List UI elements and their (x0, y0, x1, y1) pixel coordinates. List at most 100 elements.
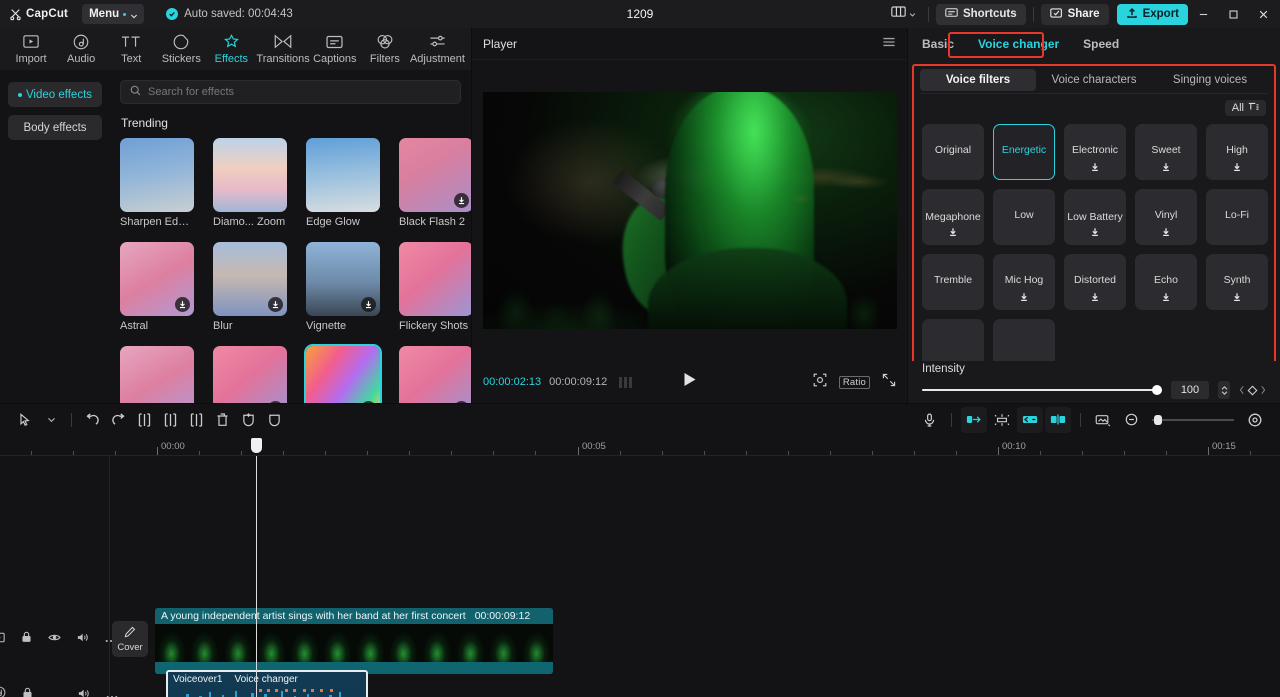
effect-card[interactable]: Black Flash 2 (399, 138, 471, 228)
download-icon[interactable] (1232, 162, 1242, 175)
toolbar-item-captions[interactable]: Captions (310, 33, 360, 65)
voice-option[interactable]: Megaphone (922, 189, 984, 245)
redo-button[interactable] (105, 407, 131, 433)
effect-card[interactable] (399, 346, 471, 403)
track-thumbnail-toggle-icon[interactable] (0, 630, 5, 648)
download-icon[interactable] (1019, 292, 1029, 305)
freeze-button[interactable] (235, 407, 261, 433)
voice-option[interactable]: Lo-Fi (1206, 189, 1268, 245)
toolbar-item-adjustment[interactable]: Adjustment (410, 33, 465, 65)
voice-option[interactable]: Low Battery (1064, 189, 1126, 245)
delete-button[interactable] (209, 407, 235, 433)
intensity-stepper[interactable] (1218, 381, 1230, 399)
voice-option[interactable]: High (1206, 124, 1268, 180)
category-body-effects[interactable]: Body effects (8, 115, 102, 140)
eye-icon[interactable] (48, 630, 61, 648)
download-icon[interactable] (1090, 292, 1100, 305)
mirror-button[interactable] (261, 407, 287, 433)
share-button[interactable]: Share (1041, 4, 1109, 25)
effect-card[interactable]: Sharpen Edges (120, 138, 194, 228)
download-icon[interactable] (1090, 227, 1100, 240)
download-icon[interactable] (175, 297, 190, 312)
shortcuts-button[interactable]: Shortcuts (936, 4, 1026, 25)
tab-basic[interactable]: Basic (922, 37, 966, 51)
toolbar-item-stickers[interactable]: Stickers (156, 33, 206, 65)
toolbar-item-transitions[interactable]: Transitions (256, 33, 309, 65)
search-effects-box[interactable] (120, 80, 461, 104)
export-button[interactable]: Export (1117, 4, 1188, 25)
tab-speed[interactable]: Speed (1071, 37, 1131, 51)
select-tool-button[interactable] (12, 407, 38, 433)
ratio-button[interactable]: Ratio (839, 376, 870, 389)
voice-option[interactable]: Electronic (1064, 124, 1126, 180)
download-icon[interactable] (268, 297, 283, 312)
timeline-zoom-slider[interactable] (1152, 414, 1234, 426)
voice-option[interactable]: Mic Hog (993, 254, 1055, 310)
download-icon[interactable] (1161, 292, 1171, 305)
download-icon[interactable] (948, 227, 958, 240)
download-icon[interactable] (1161, 162, 1171, 175)
voice-option[interactable]: Original (922, 124, 984, 180)
split-screen-button[interactable] (1045, 407, 1071, 433)
voice-option[interactable]: Sweet (1135, 124, 1197, 180)
hamburger-icon[interactable] (882, 35, 896, 53)
auto-reframe-button[interactable] (989, 407, 1015, 433)
effect-card[interactable]: Flickery Shots (399, 242, 471, 332)
effect-card[interactable] (213, 346, 287, 403)
toolbar-item-text[interactable]: Text (106, 33, 156, 65)
playhead[interactable] (256, 456, 257, 697)
download-icon[interactable] (454, 193, 469, 208)
voice-option-selected[interactable]: Energetic (993, 124, 1055, 180)
effect-card[interactable]: Vignette (306, 242, 380, 332)
timeline-ruler[interactable]: 00:00 00:05 00:10 (0, 435, 1280, 456)
fullscreen-icon[interactable] (882, 373, 896, 392)
intensity-value[interactable]: 100 (1171, 381, 1209, 399)
subtab-voice-filters[interactable]: Voice filters (920, 69, 1036, 91)
audio-clip[interactable]: Voiceover1 Voice changer (166, 670, 368, 697)
select-dropdown-button[interactable] (38, 407, 64, 433)
effect-card[interactable] (120, 346, 194, 403)
trim-left-button[interactable] (157, 407, 183, 433)
tab-voice-changer[interactable]: Voice changer (966, 37, 1071, 51)
subtab-voice-characters[interactable]: Voice characters (1036, 69, 1152, 91)
search-input[interactable] (148, 86, 451, 98)
voice-option[interactable]: Synth (1206, 254, 1268, 310)
undo-button[interactable] (79, 407, 105, 433)
subtab-singing-voices[interactable]: Singing voices (1152, 69, 1268, 91)
play-button[interactable] (683, 372, 696, 392)
download-icon[interactable] (454, 401, 469, 403)
toolbar-item-filters[interactable]: Filters (360, 33, 410, 65)
effect-card[interactable] (306, 346, 380, 403)
slider-knob[interactable] (1152, 385, 1162, 395)
keyframe-nav[interactable] (1239, 385, 1266, 396)
download-icon[interactable] (1232, 292, 1242, 305)
volume-icon[interactable] (77, 630, 89, 648)
effect-card[interactable]: Astral (120, 242, 194, 332)
zoom-fit-button[interactable] (1242, 407, 1268, 433)
toolbar-item-audio[interactable]: Audio (56, 33, 106, 65)
toolbar-item-import[interactable]: Import (6, 33, 56, 65)
layout-button[interactable] (886, 3, 921, 25)
effect-card[interactable]: Blur (213, 242, 287, 332)
retouch-button[interactable] (1017, 407, 1043, 433)
zoom-knob[interactable] (1154, 415, 1162, 425)
audio-bars-icon[interactable] (619, 377, 632, 388)
zoom-out-button[interactable] (1118, 407, 1144, 433)
download-icon[interactable] (361, 297, 376, 312)
maximize-button[interactable] (1218, 0, 1248, 28)
cover-button[interactable]: Cover (112, 621, 148, 657)
download-icon[interactable] (1090, 162, 1100, 175)
close-button[interactable] (1248, 0, 1278, 28)
voice-option[interactable]: Echo (1135, 254, 1197, 310)
voice-option[interactable]: Tremble (922, 254, 984, 310)
effect-card[interactable]: Diamo... Zoom (213, 138, 287, 228)
voice-option[interactable]: Distorted (1064, 254, 1126, 310)
auto-captions-button[interactable] (961, 407, 987, 433)
filter-all-button[interactable]: All (1225, 100, 1266, 116)
effect-card[interactable]: Edge Glow (306, 138, 380, 228)
download-icon[interactable] (361, 401, 376, 403)
intensity-slider[interactable] (922, 384, 1162, 396)
more-options-icon[interactable] (106, 686, 118, 697)
video-clip[interactable]: A young independent artist sings with he… (155, 608, 553, 674)
category-video-effects[interactable]: Video effects (8, 82, 102, 107)
